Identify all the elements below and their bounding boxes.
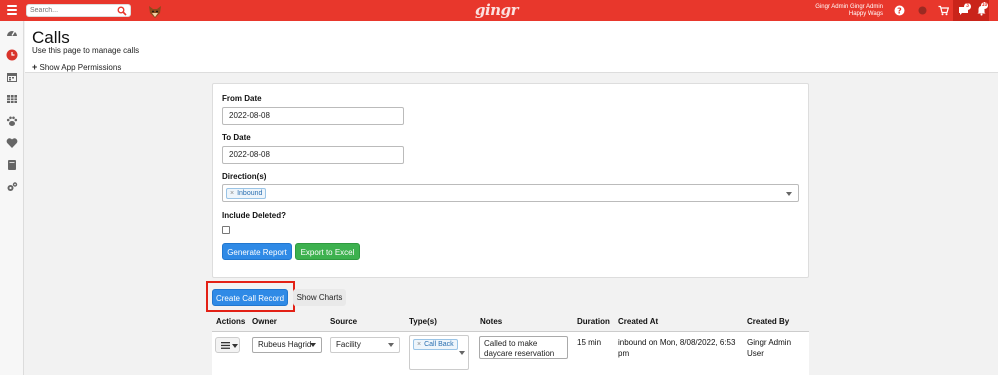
row-actions-menu-button[interactable] [215, 337, 240, 353]
created-at-cell: inbound on Mon, 8/08/2022, 6:53 pm [618, 338, 736, 358]
clock-icon[interactable] [6, 49, 18, 61]
direction-label: Direction(s) [222, 172, 267, 181]
create-call-record-button[interactable]: Create Call Record [212, 289, 288, 306]
chevron-down-icon [459, 351, 465, 355]
cart-icon[interactable] [938, 5, 949, 16]
alerts-badge: 10 [981, 2, 988, 9]
from-date-label: From Date [222, 94, 262, 103]
search-field[interactable] [26, 4, 131, 17]
fox-mascot-icon [149, 6, 161, 18]
search-icon[interactable] [117, 6, 127, 16]
from-date-input[interactable]: 2022-08-08 [222, 107, 404, 125]
chevron-down-icon[interactable] [786, 192, 792, 196]
plus-icon: + [32, 62, 38, 72]
svg-text:?: ? [897, 7, 902, 16]
report-filter-card: From Date 2022-08-08 To Date 2022-08-08 … [212, 83, 809, 278]
to-date-input[interactable]: 2022-08-08 [222, 146, 404, 164]
chevron-down-icon [388, 343, 394, 347]
page-header: Calls Use this page to manage calls + Sh… [25, 21, 998, 73]
owner-select[interactable]: Rubeus Hagrid [252, 337, 322, 353]
generate-report-button[interactable]: Generate Report [222, 243, 292, 260]
remove-tag-icon[interactable]: × [417, 341, 421, 348]
dashboard-icon[interactable] [6, 27, 18, 39]
paw-icon[interactable] [6, 115, 18, 127]
type-tag: × Call Back [413, 339, 458, 350]
column-header-actions: Actions [216, 317, 246, 326]
hamburger-menu-icon[interactable] [7, 5, 17, 15]
caret-down-icon [232, 344, 238, 348]
column-header-types[interactable]: Type(s) [409, 317, 437, 326]
types-select[interactable]: × Call Back [409, 335, 469, 370]
column-header-source[interactable]: Source [330, 317, 357, 326]
to-date-label: To Date [222, 133, 251, 142]
user-name[interactable]: Gingr Admin Gingr Admin [815, 4, 883, 10]
notes-textarea[interactable]: Called to make daycare reservation [479, 336, 568, 359]
type-tag-label: Call Back [424, 341, 454, 348]
direction-tag: × Inbound [226, 188, 267, 199]
created-by-cell: Gingr Admin User [747, 338, 792, 358]
direction-tag-label: Inbound [237, 190, 263, 197]
permissions-link-label: Show App Permissions [39, 63, 122, 72]
show-charts-button[interactable]: Show Charts [293, 289, 346, 306]
duration-cell: 15 min [577, 338, 602, 347]
gingr-logo[interactable]: gingr [475, 1, 518, 19]
help-icon[interactable]: ? [894, 5, 905, 16]
messages-badge: 3 [964, 3, 971, 10]
show-app-permissions-link[interactable]: + Show App Permissions [32, 62, 121, 72]
top-navbar: gingr Gingr Admin Gingr Admin Happy Wags… [0, 0, 998, 21]
source-select[interactable]: Facility [330, 337, 400, 353]
search-input[interactable] [30, 5, 116, 16]
owner-value: Rubeus Hagrid [258, 340, 312, 349]
settings-gears-icon[interactable] [6, 181, 18, 193]
chevron-down-icon [310, 343, 316, 347]
include-deleted-checkbox[interactable] [222, 226, 230, 234]
direction-select[interactable]: × Inbound [222, 184, 799, 202]
column-header-created-at[interactable]: Created At [618, 317, 658, 326]
list-menu-icon [221, 342, 230, 349]
status-dot-icon[interactable] [917, 5, 928, 16]
source-value: Facility [336, 340, 361, 349]
column-header-created-by[interactable]: Created By [747, 317, 789, 326]
book-icon[interactable] [6, 159, 18, 171]
calendar-icon[interactable] [6, 71, 18, 83]
page-title: Calls [32, 28, 70, 47]
include-deleted-label: Include Deleted? [222, 211, 287, 220]
column-header-notes[interactable]: Notes [480, 317, 502, 326]
sidebar [0, 21, 24, 375]
remove-tag-icon[interactable]: × [230, 190, 234, 197]
export-to-excel-button[interactable]: Export to Excel [295, 243, 360, 260]
user-company: Happy Wags [848, 11, 883, 17]
column-header-owner[interactable]: Owner [252, 317, 277, 326]
page-subtitle: Use this page to manage calls [32, 46, 140, 55]
table-grid-icon[interactable] [6, 93, 18, 105]
heart-icon[interactable] [6, 137, 18, 149]
column-header-duration[interactable]: Duration [577, 317, 610, 326]
